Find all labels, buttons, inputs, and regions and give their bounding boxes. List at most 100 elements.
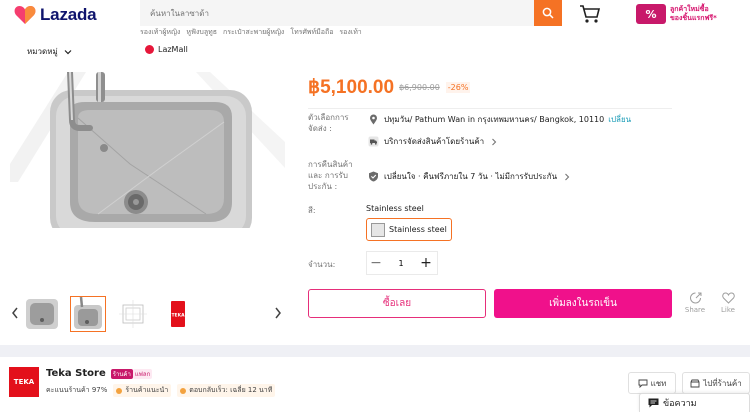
share-button[interactable]: Share [682, 292, 708, 314]
official-store-badge: ร้านค้า [110, 368, 133, 379]
color-label: สี: [308, 206, 316, 215]
like-button[interactable]: Like [715, 292, 741, 314]
add-to-cart-button[interactable]: เพิ่มลงในรถเข็น [494, 289, 672, 318]
shipping-option[interactable]: บริการจัดส่งสินค้าโดยร้านค้า [368, 135, 498, 148]
product-thumbnail[interactable]: TEKA [160, 296, 196, 332]
chevron-left-icon[interactable] [10, 306, 20, 320]
color-option-label: Stainless steel [389, 225, 447, 234]
lazmall-label: LazMall [158, 45, 188, 54]
promo-percent-icon: % [636, 4, 666, 24]
thumbnail-strip: TEKA [0, 294, 290, 334]
quick-link[interactable]: โทรศัพท์มือถือ [290, 27, 333, 38]
message-chat-widget[interactable]: ข้อความ [639, 393, 750, 412]
response-text: ตอบกลับเร็ว: เฉลี่ย 12 นาที [189, 386, 273, 394]
promo-line-2: ของชิ้นแรกฟรี* [670, 14, 717, 22]
chat-button[interactable]: แชท [628, 372, 676, 394]
chevron-right-icon[interactable] [273, 306, 283, 320]
quantity-increase-button[interactable]: + [416, 253, 436, 273]
thumb-teka-logo: TEKA [171, 301, 185, 327]
thumb-diagram [119, 300, 147, 328]
store-name-row: Teka Store ร้านค้า แฟลก [46, 368, 153, 379]
chevron-right-icon [565, 173, 570, 180]
selected-color: Stainless steel [366, 204, 424, 213]
product-main-image[interactable] [10, 72, 285, 228]
truck-icon [368, 136, 379, 147]
product-thumbnail-active[interactable] [70, 296, 106, 332]
promo-text: ลูกค้าใหม่ซื้อ ของชิ้นแรกฟรี* [670, 5, 717, 23]
shield-check-icon [369, 171, 378, 182]
flagship-badge: แฟลก [132, 368, 153, 379]
visit-store-button[interactable]: ไปที่ร้านค้า [682, 372, 750, 394]
heart-icon [721, 292, 735, 304]
quick-link[interactable]: กระเป๋าสะพายผู้หญิง [223, 27, 284, 38]
location-text: ปทุมวัน/ Pathum Wan in กรุงเทพมหานคร/ Ba… [384, 115, 605, 124]
original-price: ฿6,900.00 [399, 83, 440, 92]
quick-link[interactable]: หูฟังบลูทูธ [186, 27, 217, 38]
shipping-text: บริการจัดส่งสินค้าโดยร้านค้า [384, 137, 485, 146]
new-user-promo-banner[interactable]: % ลูกค้าใหม่ซื้อ ของชิ้นแรกฟรี* [636, 2, 744, 26]
chat-bubble-icon [180, 387, 187, 394]
color-swatch [371, 222, 385, 237]
buy-now-button[interactable]: ซื้อเลย [308, 289, 486, 318]
product-thumbnail[interactable] [115, 296, 151, 332]
quantity-label: จำนวน: [308, 260, 336, 269]
quantity-decrease-button[interactable]: − [366, 253, 386, 273]
store-bar: TEKA Teka Store ร้านค้า แฟลก คะแนนร้านค้… [0, 357, 750, 412]
current-price: ฿5,100.00 [308, 77, 395, 98]
store-logo[interactable]: TEKA [9, 367, 39, 397]
product-panel: TEKA ฿5,100.00 ฿6,900.00 -26% ตัวเลือกกา… [0, 68, 750, 345]
cart-icon[interactable] [579, 4, 601, 24]
delivery-location: ปทุมวัน/ Pathum Wan in กรุงเทพมหานคร/ Ba… [368, 113, 631, 126]
return-text: เปลี่ยนใจ · คืนฟรีภายใน 7 วัน · ไม่มีการ… [384, 172, 558, 181]
share-label: Share [684, 306, 706, 314]
quick-link[interactable]: รองเท้า [339, 27, 361, 38]
delivery-label: ตัวเลือกการจัดส่ง : [308, 113, 349, 133]
lazada-logo[interactable]: Lazada [14, 5, 97, 25]
chat-label: แชท [650, 378, 667, 388]
thumb-sink-top [26, 299, 58, 329]
return-warranty-label: การคืนสินค้าและ การรับประกัน : [308, 160, 353, 191]
sink-image [10, 72, 285, 228]
quantity-stepper: − + [366, 251, 438, 275]
chat-icon [638, 379, 648, 388]
color-option-stainless-steel[interactable]: Stainless steel [366, 218, 452, 241]
chevron-right-icon [492, 138, 497, 145]
price-row: ฿5,100.00 ฿6,900.00 -26% [308, 76, 471, 99]
like-label: Like [721, 306, 735, 314]
quick-link[interactable]: รองเท้าผู้หญิง [140, 27, 180, 38]
logo-text: Lazada [40, 5, 97, 24]
return-policy[interactable]: เปลี่ยนใจ · คืนฟรีภายใน 7 วัน · ไม่มีการ… [368, 170, 571, 183]
discount-badge: -26% [445, 82, 471, 93]
store-stats: คะแนนร้านค้า 97% ร้านค้าแนะนำ ตอบกลับเร็… [46, 384, 281, 397]
search-bar [140, 0, 534, 26]
search-button[interactable] [534, 0, 562, 26]
quantity-input[interactable] [386, 253, 416, 273]
divider [308, 108, 672, 109]
recommended-text: ร้านค้าแนะนำ [125, 386, 169, 394]
heart-logo-icon [14, 6, 36, 24]
location-pin-icon [370, 114, 377, 125]
visit-store-label: ไปที่ร้านค้า [703, 378, 742, 388]
search-input[interactable] [140, 0, 534, 26]
lazmall-link[interactable]: LazMall [145, 45, 188, 54]
message-label: ข้อความ [663, 399, 697, 409]
store-rating: คะแนนร้านค้า 97% [46, 386, 108, 394]
thumb-sink-angled [74, 297, 102, 329]
promo-line-1: ลูกค้าใหม่ซื้อ [670, 5, 709, 13]
category-menu[interactable]: หมวดหมู่ [27, 45, 72, 58]
search-icon [542, 7, 554, 19]
store-icon [690, 379, 700, 387]
share-icon [689, 292, 701, 304]
change-location-link[interactable]: เปลี่ยน [608, 113, 631, 126]
category-label: หมวดหมู่ [27, 47, 58, 56]
quick-links: รองเท้าผู้หญิง หูฟังบลูทูธ กระเป๋าสะพายผ… [140, 27, 368, 38]
lazmall-icon [145, 45, 154, 54]
recommended-store-tag: ร้านค้าแนะนำ [113, 384, 172, 397]
store-name[interactable]: Teka Store [46, 368, 106, 379]
product-thumbnail[interactable] [24, 296, 60, 332]
response-time-tag: ตอบกลับเร็ว: เฉลี่ย 12 นาที [177, 384, 276, 397]
chevron-down-icon [64, 49, 72, 54]
medal-icon [116, 387, 123, 394]
site-header: Lazada % ลูกค้าใหม่ซื้อ ของชิ้นแรกฟรี* ร… [0, 0, 750, 68]
message-icon [648, 398, 659, 408]
